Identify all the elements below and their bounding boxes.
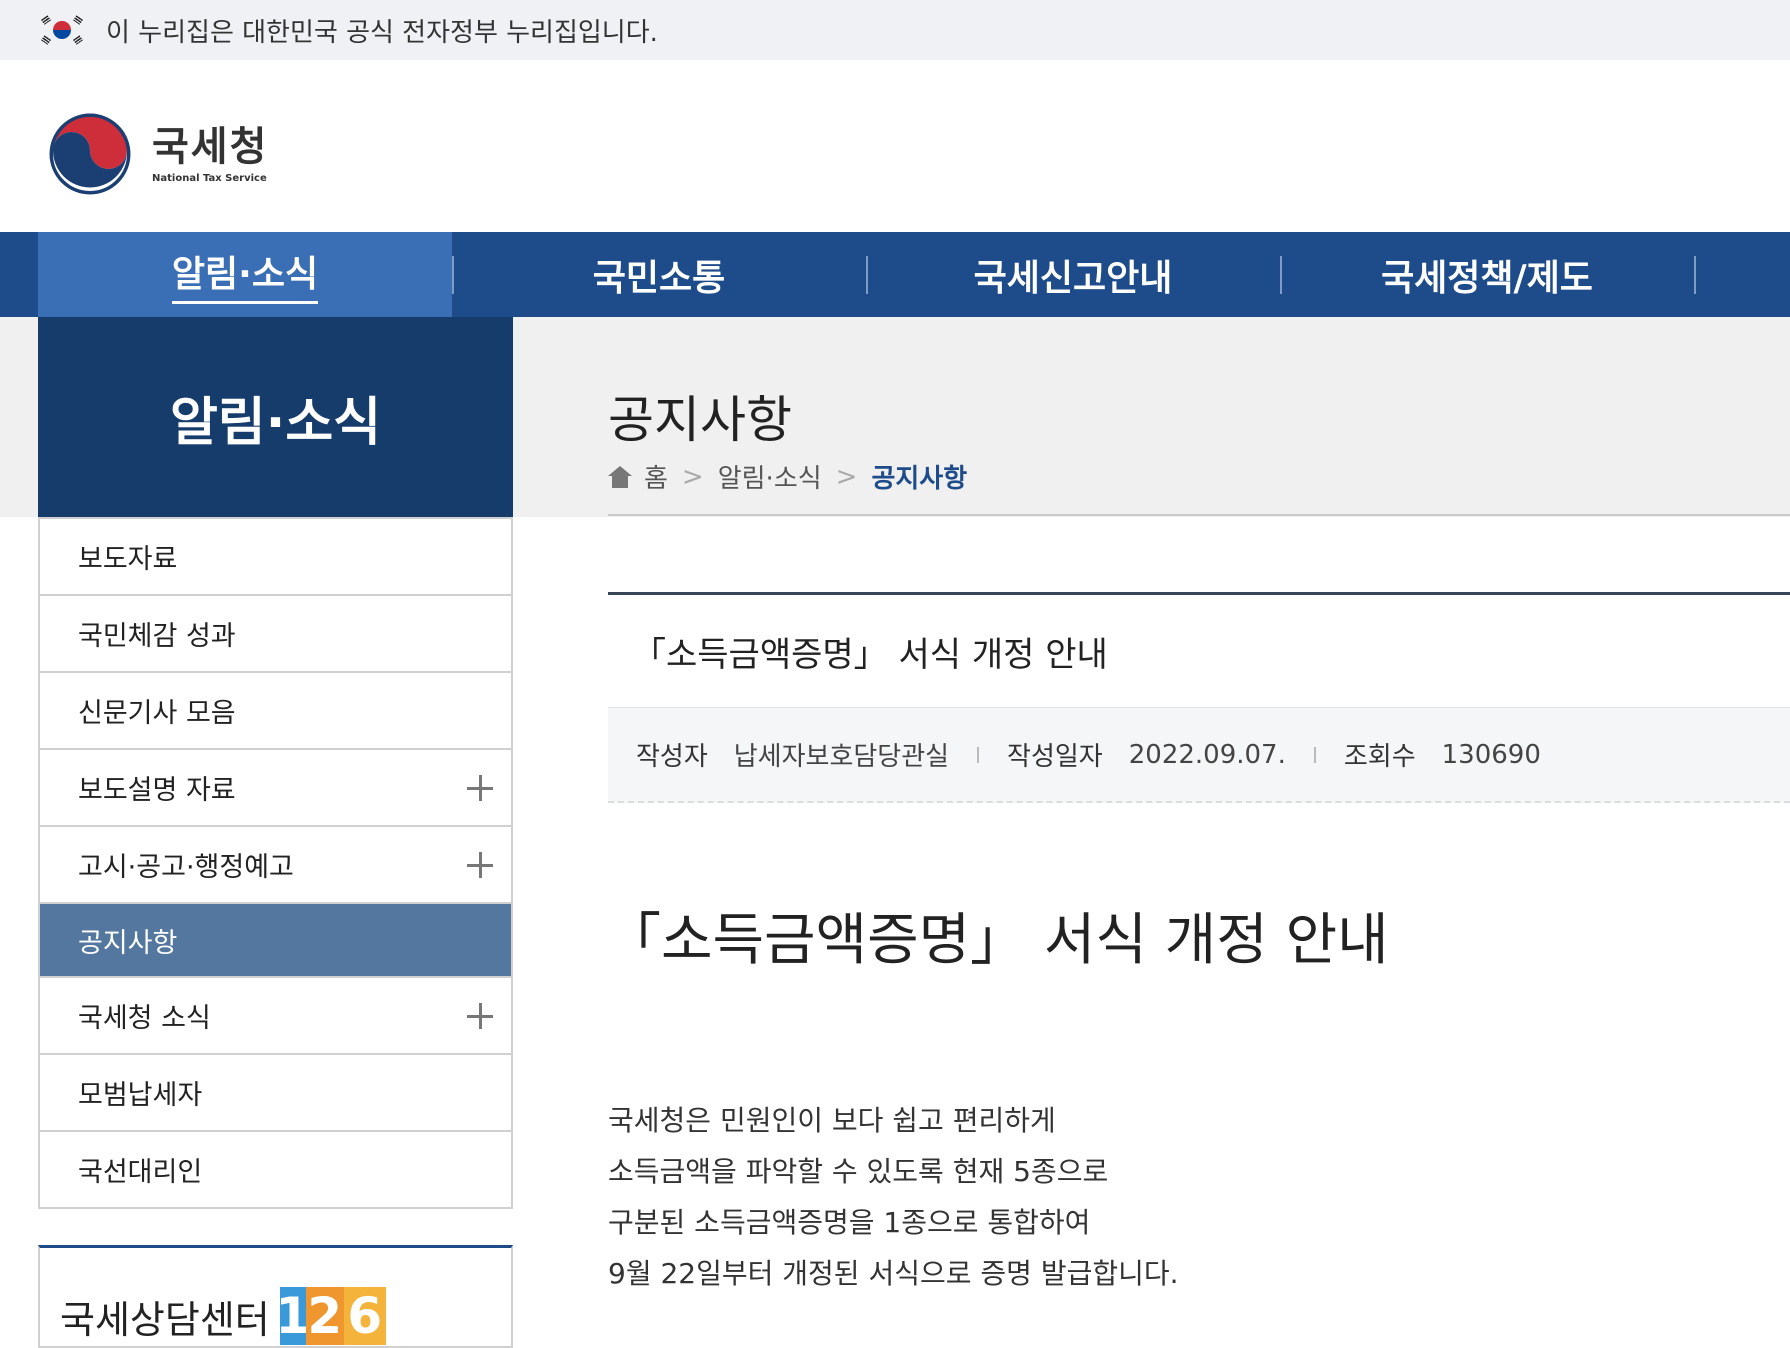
meta-divider xyxy=(977,746,980,763)
site-header: 국세청 National Tax Service xyxy=(0,60,1790,232)
sidebar-item-model-taxpayer[interactable]: 모범납세자 xyxy=(40,1053,511,1130)
chevron-right-icon: > xyxy=(681,461,704,492)
consult-number-126: 1 2 6 xyxy=(275,1287,386,1345)
post-top-border xyxy=(608,592,1790,595)
post-body-line: 소득금액을 파악할 수 있도록 현재 5종으로 xyxy=(608,1155,1109,1188)
post-heading: 「소득금액증명」 서식 개정 안내 xyxy=(605,908,1389,973)
korean-flag-icon xyxy=(40,15,84,45)
sidebar-menu: 보도자료 국민체감 성과 신문기사 모음 보도설명 자료 고시·공고·행정예고 … xyxy=(38,517,513,1209)
sidebar-title: 알림·소식 xyxy=(38,317,513,517)
meta-divider xyxy=(1313,746,1316,763)
gnb-item-tax-policy[interactable]: 국세정책/제도 xyxy=(1280,232,1694,317)
sidebar-item-press-release[interactable]: 보도자료 xyxy=(40,517,511,594)
author-label: 작성자 xyxy=(636,742,708,772)
gov-banner-text: 이 누리집은 대한민국 공식 전자정부 누리집입니다. xyxy=(106,17,658,48)
breadcrumb-current: 공지사항 xyxy=(871,464,968,494)
gov-banner: 이 누리집은 대한민국 공식 전자정부 누리집입니다. xyxy=(0,0,1790,60)
gnb-item-tax-filing[interactable]: 국세신고안내 xyxy=(866,232,1280,317)
expand-plus-icon[interactable] xyxy=(467,774,493,801)
gnb-divider xyxy=(1694,256,1696,294)
post-body-line: 국세청은 민원인이 보다 쉽고 편리하게 xyxy=(608,1104,1056,1137)
sidebar-item-news-clippings[interactable]: 신문기사 모음 xyxy=(40,671,511,748)
sidebar-item-public-notice[interactable]: 고시·공고·행정예고 xyxy=(40,825,511,902)
home-icon[interactable] xyxy=(608,465,632,488)
breadcrumb-notice[interactable]: 알림·소식 xyxy=(718,458,822,495)
tax-consult-center-banner[interactable]: 국세상담센터 1 2 6 xyxy=(38,1245,513,1348)
sidebar-item-announcements[interactable]: 공지사항 xyxy=(40,902,511,976)
breadcrumb: 홈 > 알림·소식 > 공지사항 xyxy=(608,458,967,495)
post-title: 「소득금액증명」 서식 개정 안내 xyxy=(632,635,1108,675)
sidebar-item-public-agent[interactable]: 국선대리인 xyxy=(40,1130,511,1207)
logo-name-en: National Tax Service xyxy=(152,172,267,184)
chevron-right-icon: > xyxy=(835,461,858,492)
post-body-line: 구분된 소득금액증명을 1종으로 통합하여 xyxy=(608,1206,1091,1239)
page-title: 공지사항 xyxy=(608,391,792,449)
nts-emblem-icon xyxy=(49,113,131,195)
date-label: 작성일자 xyxy=(1007,742,1103,772)
sidebar-item-press-explanation[interactable]: 보도설명 자료 xyxy=(40,748,511,825)
nts-logo[interactable]: 국세청 National Tax Service xyxy=(46,110,268,198)
logo-name-kr: 국세청 xyxy=(152,123,269,170)
expand-plus-icon[interactable] xyxy=(467,851,493,878)
consult-center-label: 국세상담센터 xyxy=(60,1297,270,1342)
breadcrumb-home[interactable]: 홈 xyxy=(644,458,668,495)
author-value: 납세자보호담당관실 xyxy=(733,742,950,772)
expand-plus-icon[interactable] xyxy=(467,1002,493,1029)
post-meta: 작성자 납세자보호담당관실 작성일자 2022.09.07. 조회수 13069… xyxy=(608,707,1790,803)
divider xyxy=(608,514,1790,516)
post-body-line: 9월 22일부터 개정된 서식으로 증명 발급합니다. xyxy=(608,1257,1179,1290)
date-value: 2022.09.07. xyxy=(1128,739,1286,770)
post-body: 국세청은 민원인이 보다 쉽고 편리하게 소득금액을 파악할 수 있도록 현재 … xyxy=(608,1095,1179,1299)
global-nav: 알림·소식 국민소통 국세신고안내 국세정책/제도 xyxy=(0,232,1790,317)
sidebar-item-nts-news[interactable]: 국세청 소식 xyxy=(40,976,511,1053)
gnb-item-notice[interactable]: 알림·소식 xyxy=(38,232,452,317)
sidebar-item-performance[interactable]: 국민체감 성과 xyxy=(40,594,511,671)
views-label: 조회수 xyxy=(1343,742,1416,772)
views-value: 130690 xyxy=(1441,739,1541,770)
gnb-item-communication[interactable]: 국민소통 xyxy=(452,232,866,317)
